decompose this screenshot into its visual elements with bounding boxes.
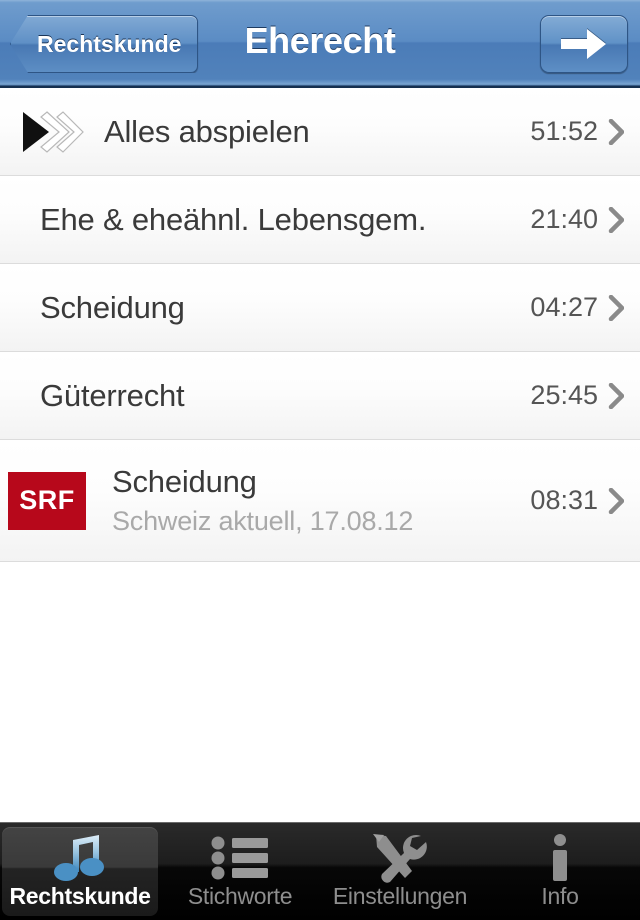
row-title: Scheidung: [40, 289, 185, 325]
tab-stichworte[interactable]: Stichworte: [162, 827, 318, 916]
row-title: Güterrecht: [40, 377, 185, 413]
bulleted-list-icon: [211, 833, 269, 883]
row-title: Ehe & eheähnl. Lebensgem.: [40, 201, 427, 237]
table-row[interactable]: Scheidung 04:27: [0, 264, 640, 352]
row-body: Scheidung: [0, 290, 530, 326]
row-subtitle: Schweiz aktuell, 17.08.12: [112, 506, 414, 536]
row-accessory-group: 21:40: [530, 204, 640, 235]
navigation-bar: Rechtskunde Eherecht: [0, 0, 640, 88]
row-icon-container: [0, 108, 104, 156]
row-duration: 25:45: [530, 380, 598, 410]
row-duration: 21:40: [530, 204, 598, 234]
app-root: Rechtskunde Eherecht Alles abspielen 51:…: [0, 0, 640, 920]
chevron-right-icon: [608, 382, 625, 409]
tab-info[interactable]: Info: [482, 827, 638, 916]
srf-logo-text: SRF: [19, 485, 75, 515]
row-accessory-group: 25:45: [530, 380, 640, 411]
table-row[interactable]: Alles abspielen 51:52: [0, 88, 640, 176]
chevron-right-icon: [608, 294, 625, 321]
info-icon: [548, 833, 572, 883]
row-duration: 51:52: [530, 116, 598, 146]
tab-label: Info: [541, 883, 579, 909]
row-title: Scheidung: [112, 464, 257, 499]
chevron-right-icon: [608, 118, 625, 145]
row-duration: 04:27: [530, 292, 598, 322]
tab-einstellungen[interactable]: Einstellungen: [322, 827, 478, 916]
tab-rechtskunde[interactable]: Rechtskunde: [2, 827, 158, 916]
row-accessory-group: 08:31: [530, 485, 640, 516]
table-row[interactable]: SRF Scheidung Schweiz aktuell, 17.08.12 …: [0, 440, 640, 562]
srf-logo-icon: SRF: [8, 471, 86, 530]
row-icon-container: SRF: [0, 471, 112, 530]
row-accessory-group: 51:52: [530, 116, 640, 147]
arrow-right-icon: [561, 27, 607, 61]
row-body: Ehe & eheähnl. Lebensgem.: [0, 202, 530, 238]
tab-label: Einstellungen: [332, 883, 468, 909]
row-body: Güterrecht: [0, 378, 530, 414]
chevron-right-icon: [608, 487, 625, 514]
row-body: Scheidung Schweiz aktuell, 17.08.12: [112, 464, 530, 537]
row-duration: 08:31: [530, 485, 598, 515]
row-title: Alles abspielen: [104, 113, 310, 149]
play-all-icon: [19, 108, 85, 156]
table-row[interactable]: Ehe & eheähnl. Lebensgem. 21:40: [0, 176, 640, 264]
tab-bar: Rechtskunde Stichworte Einstellungen Inf…: [0, 822, 640, 920]
chevron-right-icon: [608, 206, 625, 233]
table-row[interactable]: Güterrecht 25:45: [0, 352, 640, 440]
content-list: Alles abspielen 51:52 Ehe & eheähnl. Leb…: [0, 88, 640, 822]
back-button-label: Rechtskunde: [37, 30, 182, 57]
tab-label: Rechtskunde: [9, 883, 151, 909]
music-note-icon: [53, 833, 107, 883]
back-button[interactable]: Rechtskunde: [10, 15, 199, 73]
row-accessory-group: 04:27: [530, 292, 640, 323]
tab-label: Stichworte: [187, 883, 293, 909]
forward-button[interactable]: [540, 15, 628, 73]
tools-icon: [372, 833, 428, 883]
row-body: Alles abspielen: [104, 114, 530, 150]
